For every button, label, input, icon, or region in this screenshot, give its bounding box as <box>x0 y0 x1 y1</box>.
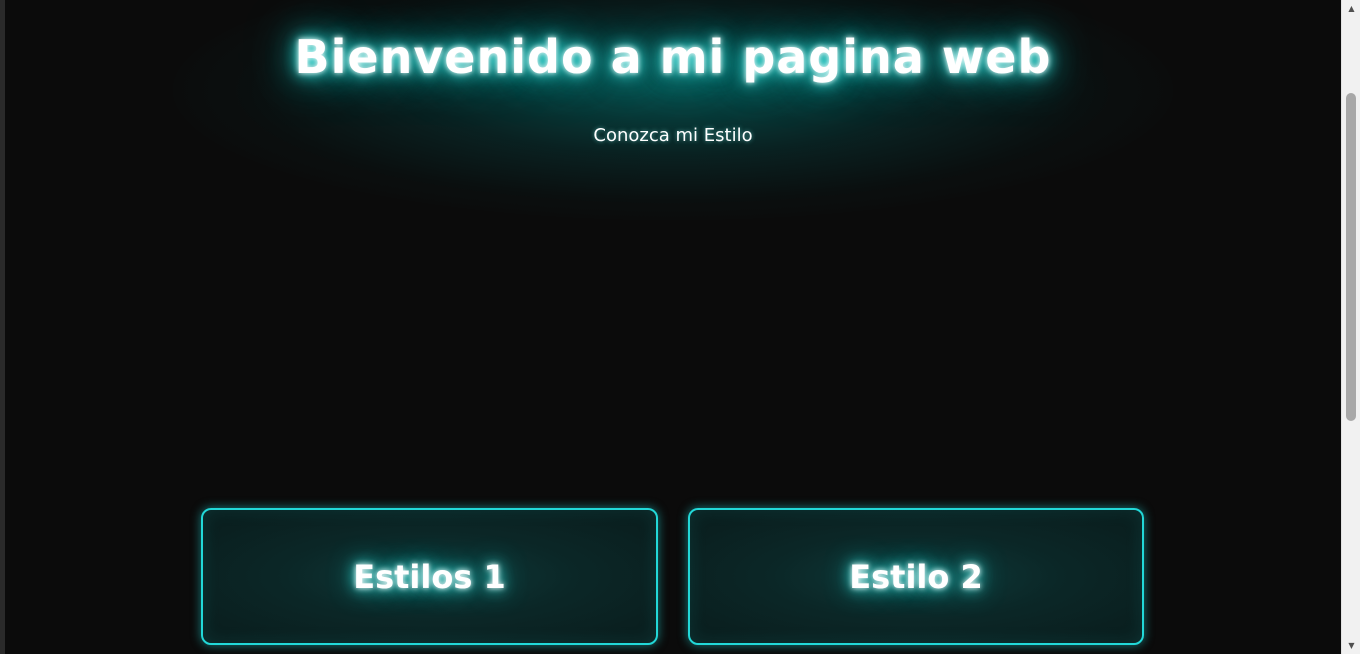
browser-viewport: Bienvenido a mi pagina web Conozca mi Es… <box>0 0 1360 654</box>
page-subtitle: Conozca mi Estilo <box>593 125 753 146</box>
scroll-up-arrow-icon[interactable]: ▲ <box>1342 0 1360 17</box>
style-card-1-label: Estilos 1 <box>353 557 506 596</box>
style-card-2-label: Estilo 2 <box>849 557 983 596</box>
page-title: Bienvenido a mi pagina web <box>294 30 1052 84</box>
web-page: Bienvenido a mi pagina web Conozca mi Es… <box>5 0 1341 654</box>
scroll-down-arrow-icon[interactable]: ▼ <box>1342 637 1360 654</box>
style-card-2[interactable]: Estilo 2 <box>688 508 1144 645</box>
scrollbar-thumb[interactable] <box>1346 92 1356 421</box>
style-card-1[interactable]: Estilos 1 <box>201 508 658 645</box>
vertical-scrollbar[interactable]: ▲ ▼ <box>1341 0 1360 654</box>
